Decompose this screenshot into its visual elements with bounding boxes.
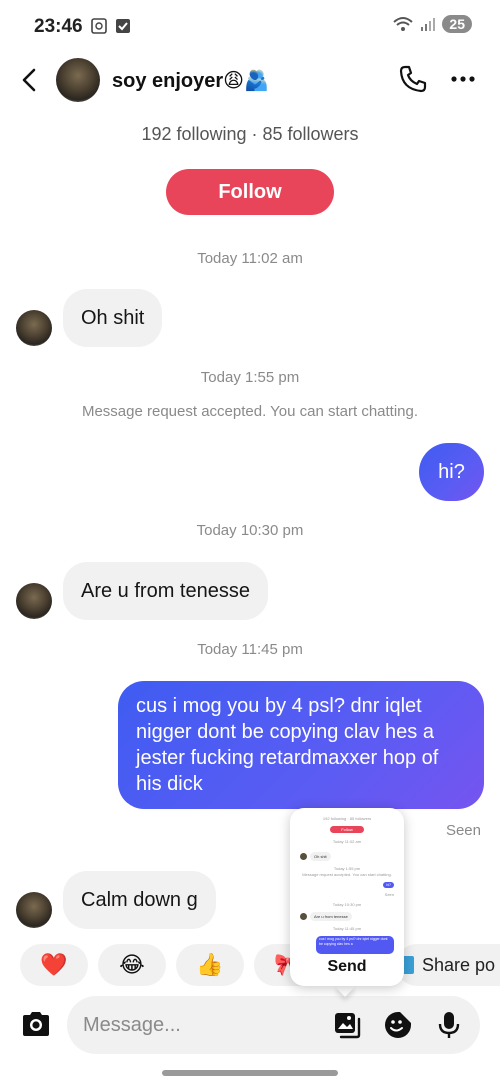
profile-bio-cut — [180, 110, 320, 118]
screenshot-icon — [91, 18, 107, 34]
message-input[interactable] — [83, 996, 313, 1054]
mini-out: hi? — [383, 882, 394, 888]
system-message: Message request accepted. You can start … — [81, 403, 419, 420]
quick-reactions: ❤️ 😂 👍 🎀 Share po — [0, 944, 500, 986]
status-bar: 23:46 25 — [0, 0, 500, 54]
mini-timestamp: Today 1:55 pm — [333, 866, 361, 871]
status-time: 23:46 — [34, 16, 83, 37]
share-label: Share po — [422, 955, 496, 975]
screenshot-thumbnail[interactable]: 192 following · 85 followers Follow Toda… — [296, 812, 398, 960]
mini-message: Oh shit — [310, 852, 331, 861]
mini-avatar — [300, 853, 307, 860]
mini-seen: Seen — [384, 892, 394, 897]
more-icon[interactable] — [448, 64, 478, 94]
battery-indicator: 25 — [442, 15, 472, 33]
message-outgoing[interactable]: hi? — [419, 443, 484, 501]
mini-system: Message request accepted. You can start … — [302, 872, 392, 877]
mini-out: cus i mog you by 4 psl? dnr iqlet nigger… — [316, 936, 394, 954]
message-input-box[interactable] — [67, 996, 480, 1054]
follow-button[interactable]: Follow — [166, 169, 334, 215]
avatar[interactable] — [56, 58, 100, 102]
avatar[interactable] — [16, 892, 52, 928]
timestamp: Today 11:02 am — [197, 250, 303, 267]
message-incoming[interactable]: Oh shit — [63, 289, 163, 347]
mini-timestamp: Today 11:45 pm — [332, 926, 362, 931]
checkbox-icon — [116, 19, 130, 33]
avatar[interactable] — [16, 583, 52, 619]
microphone-icon[interactable] — [434, 1010, 464, 1040]
mini-timestamp: Today 10:30 pm — [332, 902, 362, 907]
avatar[interactable] — [16, 310, 52, 346]
composer — [0, 994, 500, 1058]
timestamp: Today 1:55 pm — [200, 369, 300, 386]
mini-counts: 192 following · 85 followers — [322, 816, 372, 821]
message-incoming[interactable]: Are u from tenesse — [63, 562, 268, 620]
chat-header: soy enjoyer😩🫂 — [0, 54, 500, 110]
screenshot-share-popup[interactable]: 192 following · 85 followers Follow Toda… — [290, 808, 404, 986]
mini-message: Are u from tenesse — [310, 912, 352, 921]
mini-avatar — [300, 913, 307, 920]
share-post-chip[interactable]: Share po — [396, 944, 500, 986]
gallery-icon[interactable] — [332, 1010, 362, 1040]
reaction-laugh[interactable]: 😂 — [98, 944, 166, 986]
timestamp: Today 11:45 pm — [197, 641, 303, 658]
mini-timestamp: Today 11:02 am — [332, 839, 362, 844]
back-icon[interactable] — [16, 66, 44, 94]
profile-counts: 192 following · 85 followers — [141, 124, 359, 144]
reaction-thumbs-up[interactable]: 👍 — [176, 944, 244, 986]
message-incoming[interactable]: Calm down g — [63, 871, 216, 929]
sticker-icon[interactable] — [383, 1010, 413, 1040]
timestamp: Today 10:30 pm — [196, 522, 304, 539]
mini-follow: Follow — [330, 826, 364, 833]
send-screenshot-button[interactable]: Send — [290, 958, 404, 976]
reaction-heart[interactable]: ❤️ — [20, 944, 88, 986]
home-indicator[interactable] — [162, 1070, 338, 1076]
contact-name[interactable]: soy enjoyer😩🫂 — [112, 68, 269, 93]
camera-icon[interactable] — [20, 1008, 52, 1040]
message-outgoing[interactable]: cus i mog you by 4 psl? dnr iqlet nigger… — [118, 681, 484, 809]
wifi-icon — [393, 17, 414, 31]
seen-indicator: Seen — [445, 822, 481, 839]
phone-icon[interactable] — [398, 64, 428, 94]
signal-icon — [421, 18, 436, 31]
